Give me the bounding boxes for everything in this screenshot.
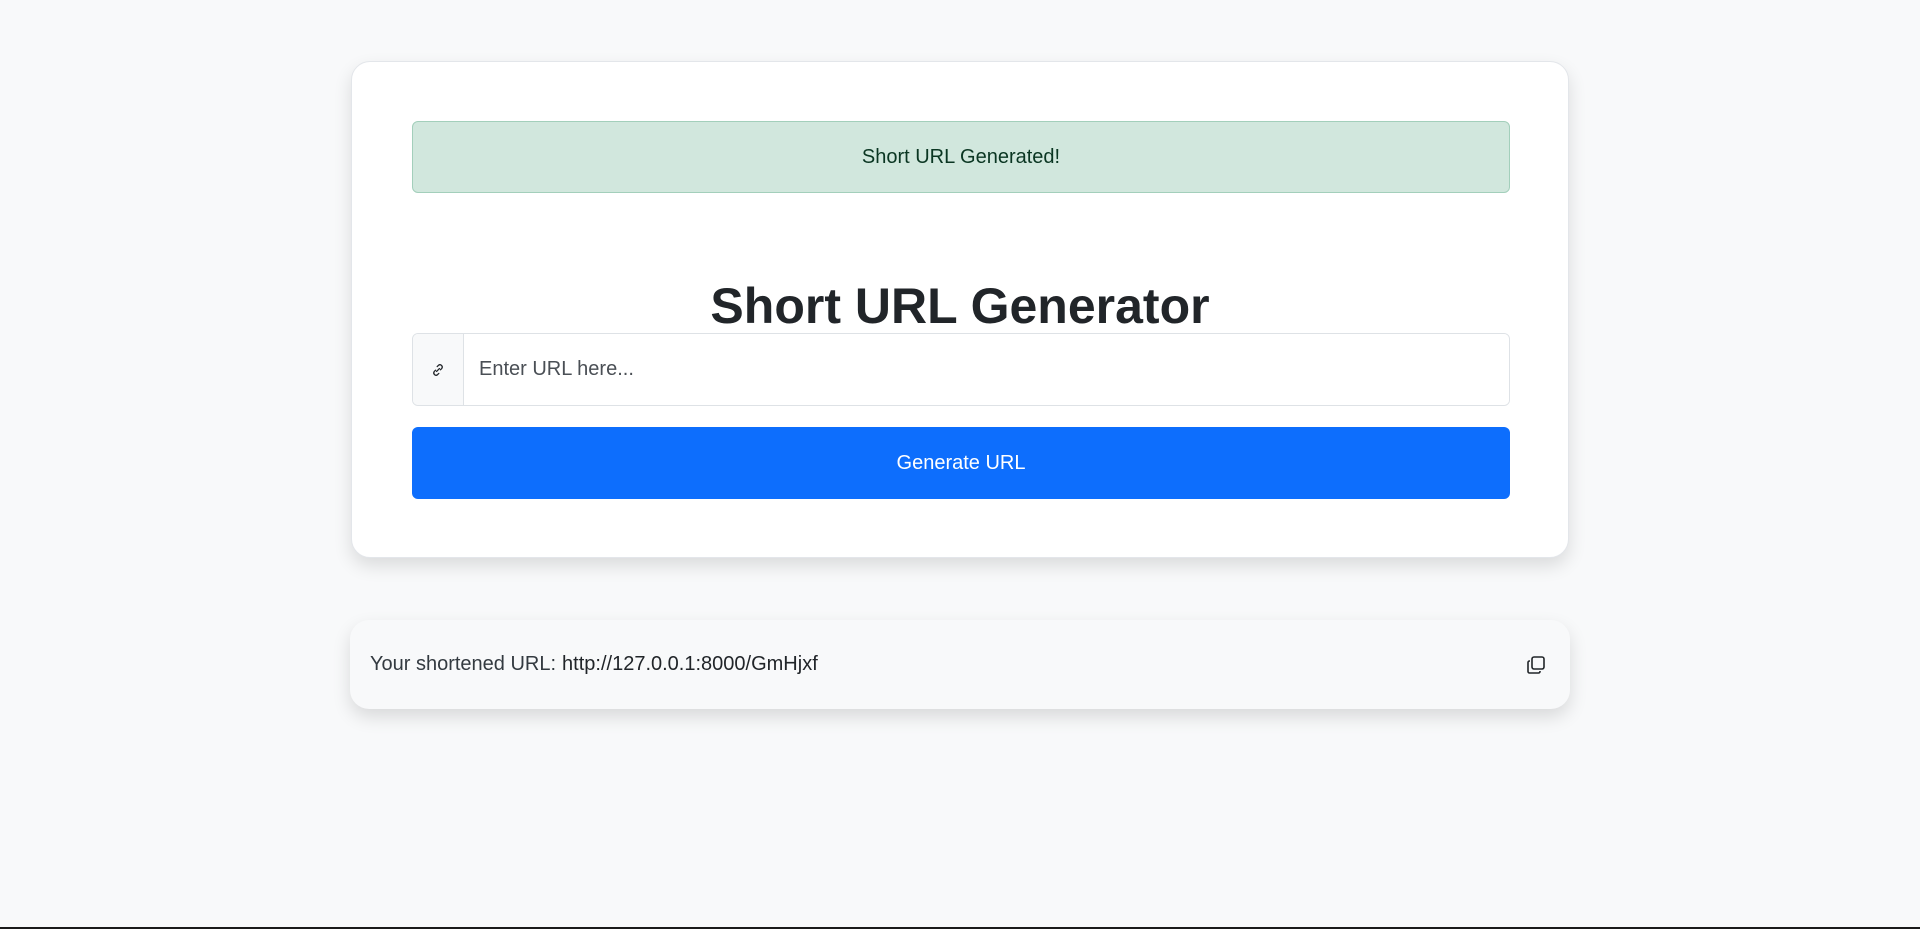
url-input-group bbox=[412, 333, 1510, 406]
page: Short URL Generated! Short URL Generator… bbox=[0, 0, 1920, 929]
result-label: Your shortened URL: bbox=[370, 653, 557, 675]
success-alert-message: Short URL Generated! bbox=[861, 145, 1061, 168]
shortened-url[interactable]: http://127.0.0.1:8000/GmHjxf bbox=[562, 653, 1522, 676]
generate-url-button[interactable]: Generate URL bbox=[412, 427, 1510, 499]
page-title: Short URL Generator bbox=[710, 278, 1210, 334]
result-panel: Your shortened URL: http://127.0.0.1:800… bbox=[350, 620, 1570, 709]
link-icon bbox=[413, 334, 464, 405]
url-input[interactable] bbox=[464, 334, 1509, 405]
copy-icon[interactable] bbox=[1522, 651, 1550, 679]
success-alert: Short URL Generated! bbox=[412, 121, 1510, 193]
generator-card: Short URL Generated! Short URL Generator… bbox=[351, 61, 1569, 558]
